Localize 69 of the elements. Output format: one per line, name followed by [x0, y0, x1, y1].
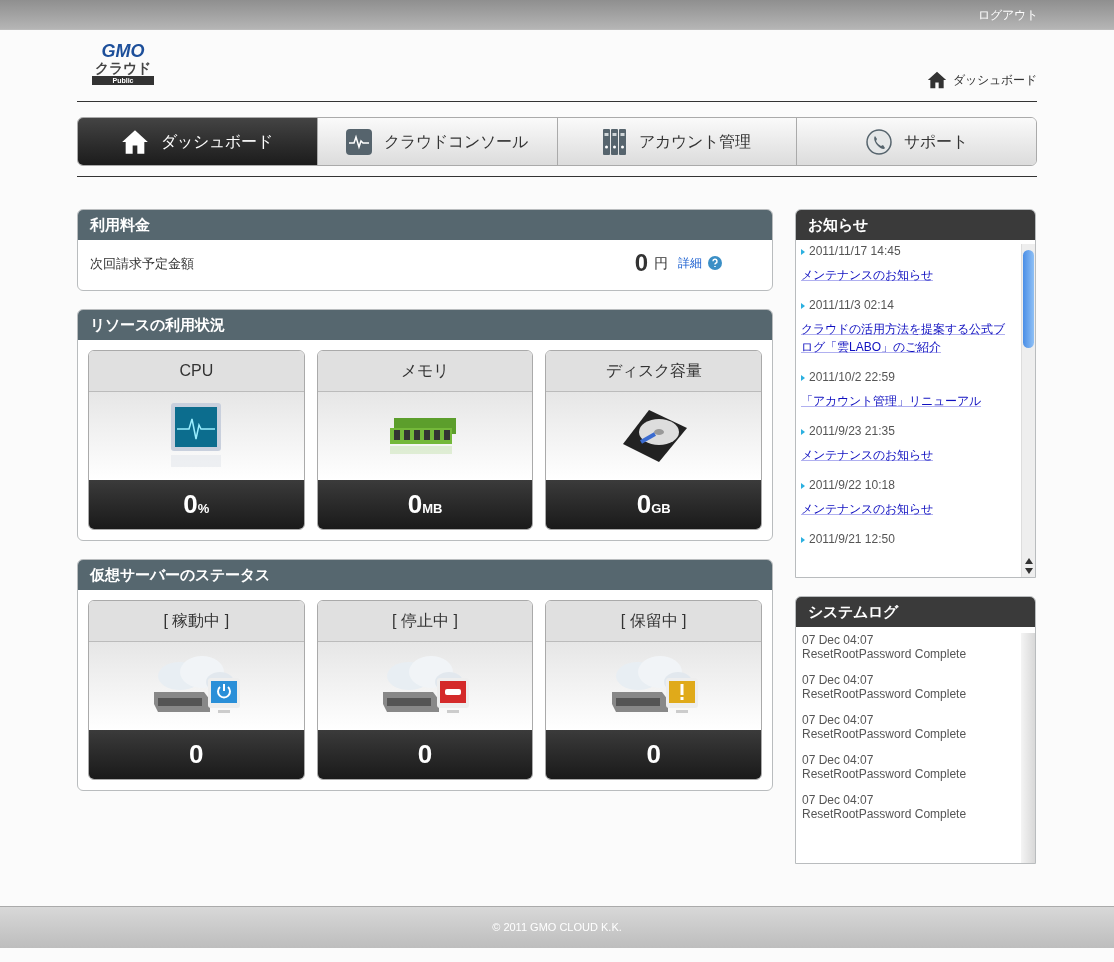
card-title: [ 停止中 ] — [317, 601, 533, 642]
help-icon[interactable] — [708, 256, 722, 270]
panel-title: 仮想サーバーのステータス — [78, 560, 772, 590]
log-time: 07 Dec 04:07 — [802, 753, 875, 767]
log-message: ResetRootPassword Complete — [802, 687, 968, 701]
scroll-down-icon[interactable] — [1024, 568, 1033, 574]
panel-title: 利用料金 — [78, 210, 772, 240]
details-link[interactable]: 詳細 — [678, 254, 702, 272]
arrow-icon — [801, 482, 805, 489]
log-time: 07 Dec 04:07 — [802, 633, 875, 647]
log-message: ResetRootPassword Complete — [802, 727, 968, 741]
usage-unit: % — [197, 501, 210, 518]
news-link[interactable]: 「アカウント管理」リニューアル — [801, 392, 1016, 410]
arrow-icon — [801, 374, 805, 381]
card-title: CPU — [89, 351, 304, 392]
arrow-icon — [801, 428, 805, 435]
usage-unit: MB — [422, 500, 443, 518]
news-link[interactable]: メンテナンスのお知らせ — [801, 446, 1016, 464]
log-time: 07 Dec 04:07 — [802, 793, 875, 807]
scrollbar-thumb[interactable] — [1023, 250, 1034, 348]
billing-amount: 0 — [634, 251, 648, 275]
news-date: 2011/11/17 14:45 — [809, 244, 901, 259]
panel-title: お知らせ — [796, 210, 1035, 240]
server-count: 0 — [646, 738, 661, 771]
news-date: 2011/9/22 10:18 — [809, 478, 895, 493]
news-date: 2011/9/21 12:50 — [809, 532, 895, 547]
news-link[interactable]: メンテナンスのお知らせ — [801, 266, 1016, 284]
news-link[interactable]: メンテナンスのお知らせ — [801, 500, 1016, 518]
panel-title: リソースの利用状況 — [78, 310, 772, 340]
usage-unit: GB — [651, 501, 671, 518]
breadcrumb: ダッシュボード — [953, 72, 1037, 89]
arrow-icon — [801, 248, 805, 255]
panel-title: システムログ — [796, 597, 1035, 627]
log-message: ResetRootPassword Complete — [802, 767, 968, 781]
news-date: 2011/10/2 22:59 — [809, 370, 895, 385]
binders-icon — [602, 128, 627, 155]
server-count: 0 — [189, 738, 204, 771]
scrollbar[interactable] — [1021, 633, 1035, 863]
card-title: [ 稼動中 ] — [89, 601, 304, 642]
nav-tab[interactable]: クラウドコンソール — [316, 118, 557, 165]
heartbeat-monitor-icon — [346, 128, 373, 155]
nav-tab[interactable]: アカウント管理 — [556, 118, 797, 165]
log-time: 07 Dec 04:07 — [802, 673, 875, 687]
home-icon — [927, 70, 947, 90]
news-date: 2011/9/23 21:35 — [809, 424, 895, 439]
currency-label: 円 — [654, 253, 668, 273]
server-count: 0 — [417, 738, 433, 771]
logo-product: クラウド — [95, 60, 151, 76]
scroll-up-icon[interactable] — [1024, 558, 1033, 564]
arrow-icon — [801, 302, 805, 309]
nav-tab[interactable]: サポート — [796, 118, 1036, 165]
scrollbar[interactable] — [1021, 244, 1035, 577]
nav-tab[interactable]: ダッシュボード — [78, 118, 317, 165]
billing-label: 次回請求予定金額 — [90, 255, 194, 273]
log-message: ResetRootPassword Complete — [802, 647, 968, 661]
news-date: 2011/11/3 02:14 — [809, 298, 894, 313]
usage-value: 0 — [183, 488, 198, 521]
card-title: ディスク容量 — [546, 351, 761, 392]
card-title: [ 保留中 ] — [546, 601, 761, 642]
phone-icon — [865, 128, 892, 155]
usage-value: 0 — [636, 488, 652, 521]
usage-value: 0 — [407, 488, 423, 521]
arrow-icon — [801, 536, 805, 543]
logo-brand: GMO — [101, 42, 145, 60]
news-link[interactable]: クラウドの活用方法を提案する公式ブログ「雲LABO」のご紹介 — [801, 320, 1016, 356]
card-title: メモリ — [317, 351, 533, 392]
log-time: 07 Dec 04:07 — [802, 713, 875, 727]
activity-monitor-icon — [171, 403, 222, 469]
log-message: ResetRootPassword Complete — [802, 807, 968, 821]
